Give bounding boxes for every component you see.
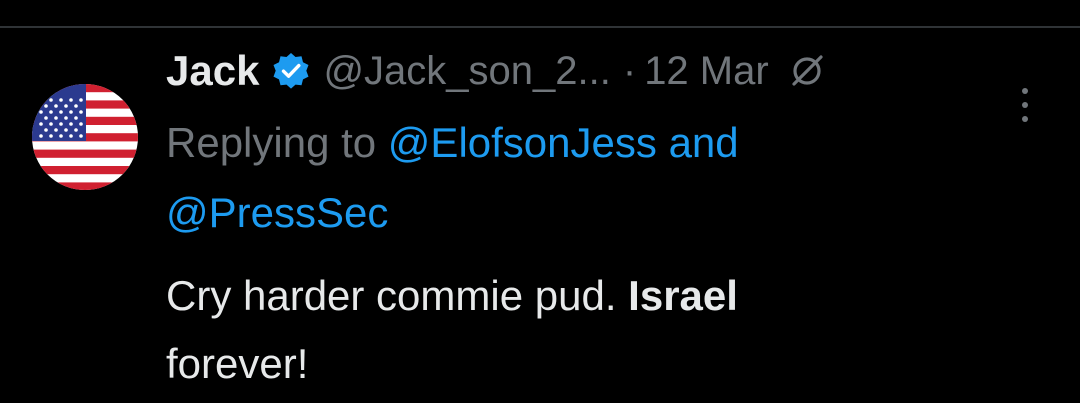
verified-badge-icon[interactable]: [271, 51, 311, 91]
more-dot: [1022, 102, 1028, 108]
reply-context: Replying to @ElofsonJess and @PressSec: [166, 108, 946, 248]
more-dot: [1022, 116, 1028, 122]
tweet[interactable]: Jack @Jack_son_2... · 12 Mar Replying to…: [0, 28, 1080, 403]
tweet-content: Jack @Jack_son_2... · 12 Mar Replying to…: [166, 46, 1046, 398]
more-vertical-icon: [1022, 88, 1028, 94]
mention-elofsonjess[interactable]: @ElofsonJess: [388, 119, 657, 166]
us-flag-avatar-image: [32, 84, 138, 190]
tweet-header: Jack @Jack_son_2... · 12 Mar: [166, 46, 1046, 96]
tweet-timestamp[interactable]: 12 Mar: [644, 49, 769, 94]
display-name[interactable]: Jack: [166, 47, 259, 95]
tweet-text-bold: Israel: [628, 272, 738, 319]
reply-and[interactable]: and: [669, 119, 739, 166]
tweet-text: Cry harder commie pud. Israel forever!: [166, 262, 946, 398]
avatar[interactable]: [32, 84, 138, 190]
mention-presssec[interactable]: @PressSec: [166, 189, 388, 236]
grok-icon[interactable]: [787, 51, 827, 91]
tweet-text-plain: Cry harder commie pud.: [166, 272, 617, 319]
more-options-button[interactable]: [1010, 88, 1040, 122]
tweet-text-end: forever!: [166, 340, 309, 387]
reply-prefix: Replying to: [166, 119, 377, 166]
separator-dot: ·: [622, 48, 637, 93]
user-handle[interactable]: @Jack_son_2...: [323, 49, 610, 94]
